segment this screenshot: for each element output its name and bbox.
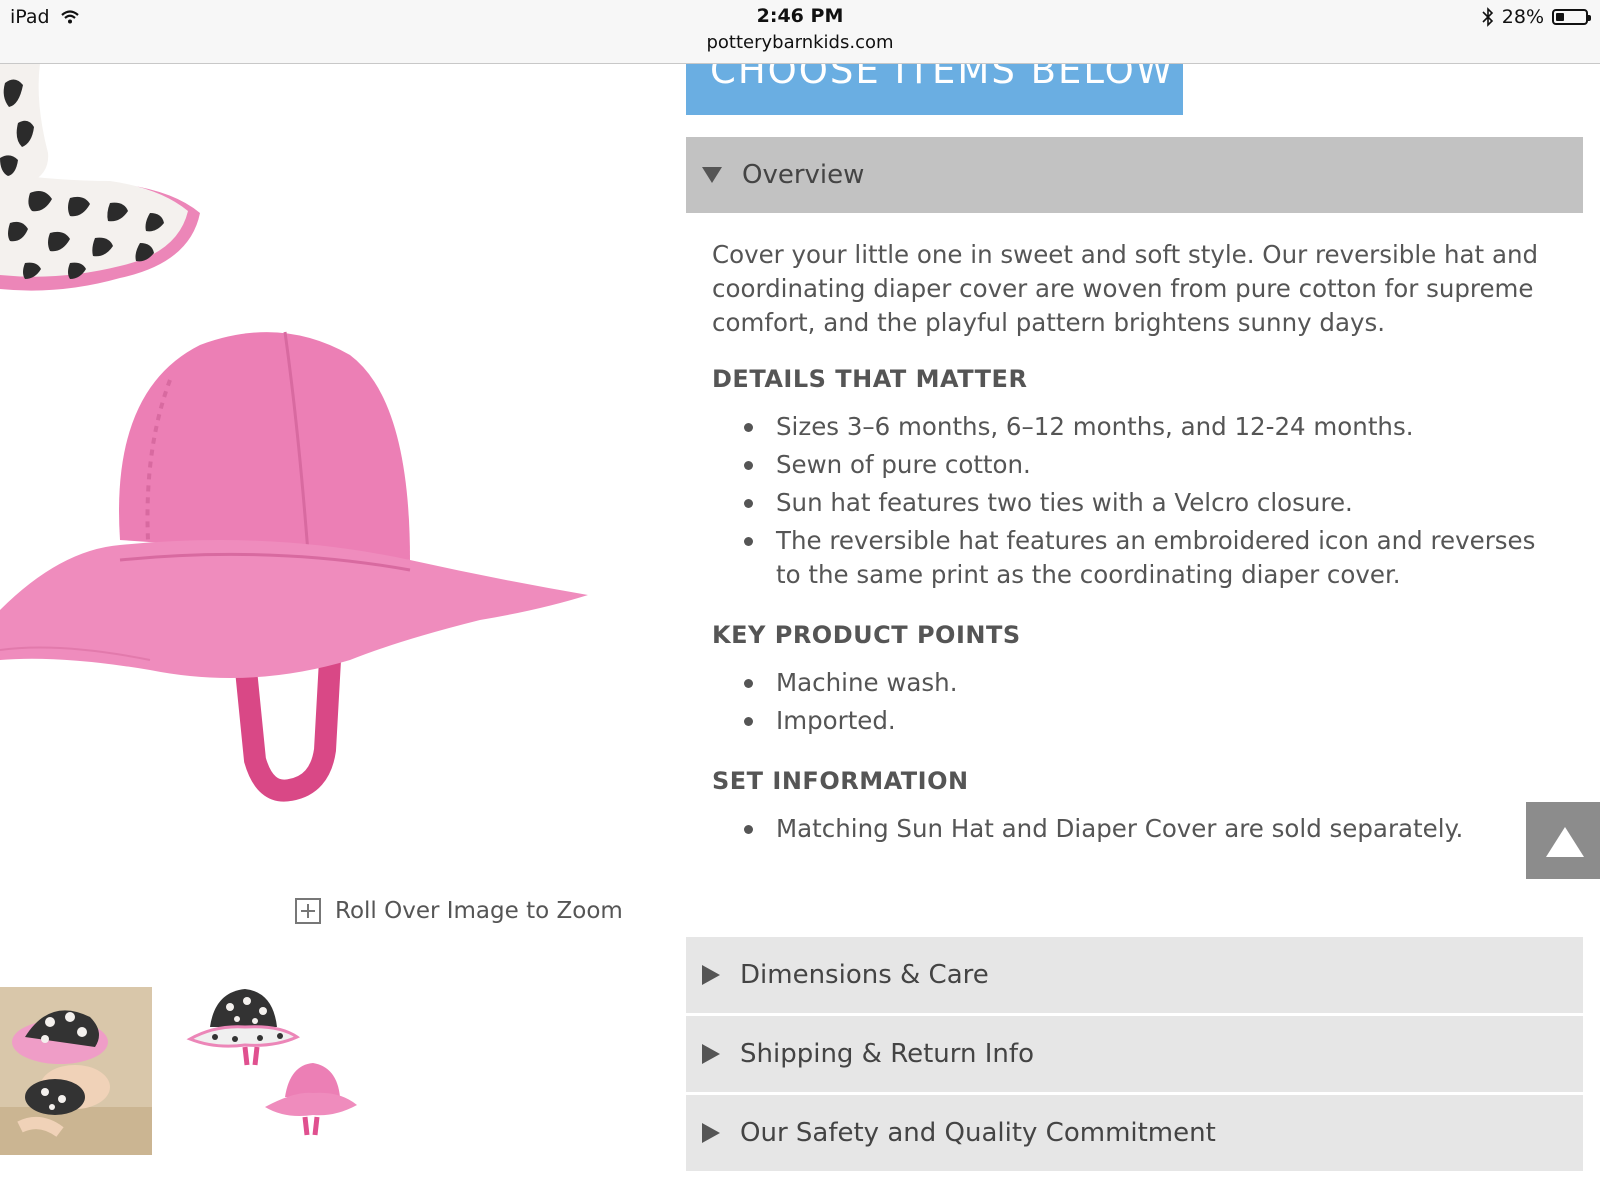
list-item: Sun hat features two ties with a Velcro … <box>712 486 1562 520</box>
key-points-list: Machine wash. Imported. <box>712 666 1562 738</box>
bluetooth-icon <box>1482 7 1493 27</box>
set-info-list: Matching Sun Hat and Diaper Cover are so… <box>712 812 1562 846</box>
address-bar[interactable]: potterybarnkids.com <box>0 32 1600 53</box>
patterned-hat-image <box>0 63 200 291</box>
details-heading: DETAILS THAT MATTER <box>712 365 1028 393</box>
zoom-plus-icon <box>295 898 321 924</box>
caret-right-icon <box>702 965 720 985</box>
battery-icon <box>1552 9 1591 25</box>
overview-content: Cover your little one in sweet and soft … <box>712 238 1562 846</box>
key-points-heading: KEY PRODUCT POINTS <box>712 621 1021 649</box>
thumbnail-hat-set[interactable] <box>185 987 365 1161</box>
battery-percent: 28% <box>1501 6 1544 28</box>
product-description: Cover your little one in sweet and soft … <box>712 240 1539 337</box>
list-item: Sewn of pure cotton. <box>712 448 1562 482</box>
status-bar: iPad 2:46 PM potterybarnkids.com 28% <box>0 0 1600 64</box>
arrow-up-icon <box>1546 827 1584 857</box>
list-item: The reversible hat features an embroider… <box>712 524 1562 592</box>
hat-set-thumbnail-image <box>186 989 357 1136</box>
list-item: Imported. <box>712 704 1562 738</box>
list-item: Machine wash. <box>712 666 1562 700</box>
accordion-dimensions-care[interactable]: Dimensions & Care <box>686 937 1583 1013</box>
thumbnail-baby-photo[interactable] <box>0 987 152 1155</box>
back-to-top-button[interactable] <box>1526 802 1600 879</box>
choose-items-button[interactable]: CHOOSE ITEMS BELOW <box>686 55 1183 115</box>
accordion-overview[interactable]: Overview <box>686 137 1583 213</box>
list-item: Matching Sun Hat and Diaper Cover are so… <box>712 812 1562 846</box>
baby-photo-thumbnail-image <box>0 987 152 1155</box>
set-info-heading: SET INFORMATION <box>712 767 969 795</box>
details-list: Sizes 3–6 months, 6–12 months, and 12-24… <box>712 410 1562 592</box>
accordion-safety-quality[interactable]: Our Safety and Quality Commitment <box>686 1095 1583 1171</box>
accordion-shipping-returns[interactable]: Shipping & Return Info <box>686 1016 1583 1092</box>
pink-hat-image <box>0 331 588 802</box>
caret-down-icon <box>702 167 722 183</box>
clock: 2:46 PM <box>756 5 844 27</box>
caret-right-icon <box>702 1044 720 1064</box>
caret-right-icon <box>702 1123 720 1143</box>
zoom-hint[interactable]: Roll Over Image to Zoom <box>295 898 623 924</box>
list-item: Sizes 3–6 months, 6–12 months, and 12-24… <box>712 410 1562 444</box>
